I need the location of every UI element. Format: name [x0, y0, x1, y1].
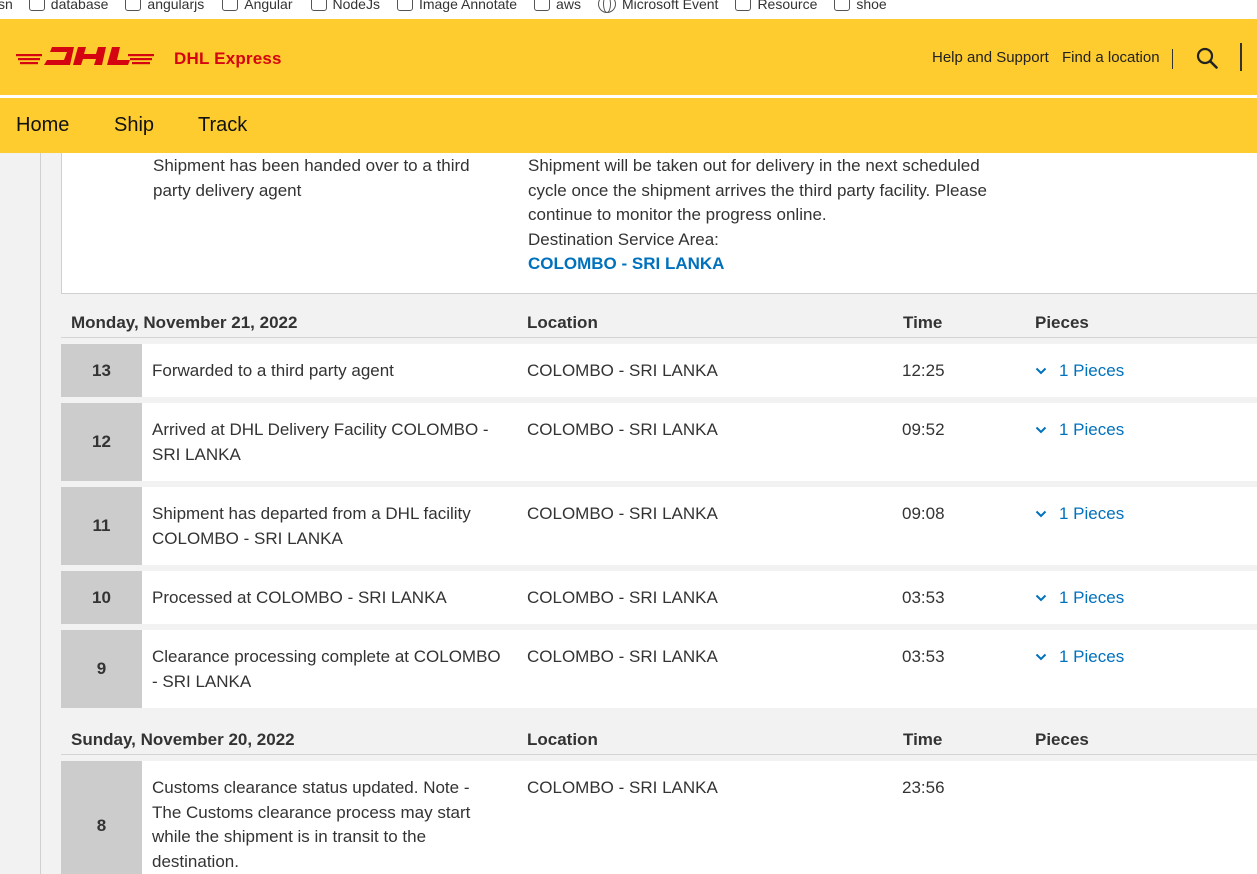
col-time: Time	[903, 313, 943, 332]
col-pieces: Pieces	[1035, 730, 1089, 749]
event-time: 03:53	[902, 647, 945, 666]
chevron-down-icon	[1035, 511, 1047, 518]
pieces-toggle[interactable]: 1 Pieces	[1035, 418, 1124, 443]
bookmark-sn[interactable]: sn	[0, 0, 13, 12]
event-description: Processed at COLOMBO - SRI LANKA	[152, 588, 447, 607]
event-time: 09:52	[902, 420, 945, 439]
nav-track[interactable]: Track	[198, 114, 247, 137]
bookmark-image-annotate[interactable]: Image Annotate	[396, 0, 517, 12]
event-row: 13 Forwarded to a third party agent COLO…	[61, 344, 1257, 397]
event-row: 11 Shipment has departed from a DHL faci…	[61, 487, 1257, 565]
event-number: 13	[61, 344, 142, 397]
tracking-content: Shipment has been handed over to a third…	[0, 153, 1257, 874]
help-support-link[interactable]: Help and Support	[932, 49, 1049, 66]
pieces-label: 1 Pieces	[1059, 361, 1125, 380]
bookmark-database[interactable]: database	[28, 0, 108, 12]
destination-label: Destination Service Area:	[528, 229, 719, 249]
pieces-label: 1 Pieces	[1059, 588, 1125, 607]
event-row: 10 Processed at COLOMBO - SRI LANKA COLO…	[61, 571, 1257, 624]
event-description: Forwarded to a third party agent	[152, 361, 394, 380]
event-detail: Shipment will be taken out for delivery …	[528, 154, 1018, 277]
pieces-label: 1 Pieces	[1059, 420, 1125, 439]
folder-icon	[28, 0, 45, 11]
search-icon[interactable]	[1196, 47, 1218, 69]
col-location: Location	[527, 313, 598, 332]
event-location: COLOMBO - SRI LANKA	[527, 778, 718, 797]
bookmark-aws[interactable]: aws	[534, 0, 581, 12]
col-location: Location	[527, 730, 598, 749]
bookmark-angularjs[interactable]: angularjs	[125, 0, 204, 12]
folder-icon	[534, 0, 551, 11]
pieces-toggle[interactable]: 1 Pieces	[1035, 586, 1124, 611]
bookmark-angular[interactable]: Angular	[222, 0, 293, 12]
pieces-toggle[interactable]: 1 Pieces	[1035, 359, 1124, 384]
event-row: 9 Clearance processing complete at COLOM…	[61, 630, 1257, 708]
dhl-logo[interactable]	[16, 45, 154, 67]
site-header: DHL Express Help and Support Find a loca…	[0, 19, 1257, 95]
folder-icon	[396, 0, 413, 11]
event-time: 12:25	[902, 361, 945, 380]
event-description: Shipment has departed from a DHL facilit…	[152, 504, 471, 548]
bookmark-shoe[interactable]: shoe	[834, 0, 887, 12]
day-header: Monday, November 21, 2022 Location Time …	[61, 303, 1257, 338]
event-row: 8 Customs clearance status updated. Note…	[61, 761, 1257, 874]
event-time: 23:56	[902, 778, 945, 797]
event-row: 12 Arrived at DHL Delivery Facility COLO…	[61, 403, 1257, 481]
event-number: 9	[61, 630, 142, 708]
event-number: 10	[61, 571, 142, 624]
col-time: Time	[903, 730, 943, 749]
nav-home[interactable]: Home	[16, 114, 69, 137]
pieces-label: 1 Pieces	[1059, 504, 1125, 523]
chevron-down-icon	[1035, 427, 1047, 434]
event-description: Clearance processing complete at COLOMBO…	[152, 647, 501, 691]
event-time: 03:53	[902, 588, 945, 607]
bookmark-nodejs[interactable]: NodeJs	[310, 0, 380, 12]
find-location-link[interactable]: Find a location	[1062, 49, 1160, 66]
day-date: Monday, November 21, 2022	[71, 313, 298, 332]
event-location: COLOMBO - SRI LANKA	[527, 420, 718, 439]
chevron-down-icon	[1035, 368, 1047, 375]
event-time: 09:08	[902, 504, 945, 523]
pieces-toggle[interactable]: 1 Pieces	[1035, 645, 1124, 670]
event-location: COLOMBO - SRI LANKA	[527, 647, 718, 666]
folder-icon	[735, 0, 752, 11]
event-location: COLOMBO - SRI LANKA	[527, 361, 718, 380]
folder-icon	[834, 0, 851, 11]
pieces-toggle[interactable]: 1 Pieces	[1035, 502, 1124, 527]
event-number: 11	[61, 487, 142, 565]
event-detail-text: Shipment will be taken out for delivery …	[528, 156, 987, 224]
event-location: COLOMBO - SRI LANKA	[527, 588, 718, 607]
folder-icon	[310, 0, 327, 11]
folder-icon	[222, 0, 239, 11]
event-description: Arrived at DHL Delivery Facility COLOMBO…	[152, 420, 489, 464]
event-number: 12	[61, 403, 142, 481]
day-header: Sunday, November 20, 2022 Location Time …	[61, 720, 1257, 755]
destination-value: COLOMBO - SRI LANKA	[528, 254, 725, 273]
pieces-label: 1 Pieces	[1059, 647, 1125, 666]
event-location: COLOMBO - SRI LANKA	[527, 504, 718, 523]
bookmark-microsoft-event[interactable]: Microsoft Event	[597, 0, 718, 13]
event-number: 8	[61, 761, 142, 874]
bookmark-resource[interactable]: Resource	[735, 0, 817, 12]
event-card-top: Shipment has been handed over to a third…	[61, 153, 1257, 294]
main-nav: Home Ship Track	[0, 98, 1257, 153]
brand-name: DHL Express	[174, 49, 282, 68]
header-edge-divider	[1240, 43, 1242, 71]
event-description: Customs clearance status updated. Note -…	[152, 778, 471, 871]
day-date: Sunday, November 20, 2022	[71, 730, 295, 749]
globe-icon	[597, 0, 616, 13]
chevron-down-icon	[1035, 595, 1047, 602]
header-divider	[1172, 49, 1173, 69]
nav-ship[interactable]: Ship	[114, 114, 154, 137]
bookmarks-bar: sn database angularjs Angular NodeJs Ima…	[0, 0, 1257, 19]
folder-icon	[125, 0, 142, 11]
chevron-down-icon	[1035, 654, 1047, 661]
event-description: Shipment has been handed over to a third…	[153, 156, 470, 200]
col-pieces: Pieces	[1035, 313, 1089, 332]
timeline-rail	[40, 153, 41, 874]
